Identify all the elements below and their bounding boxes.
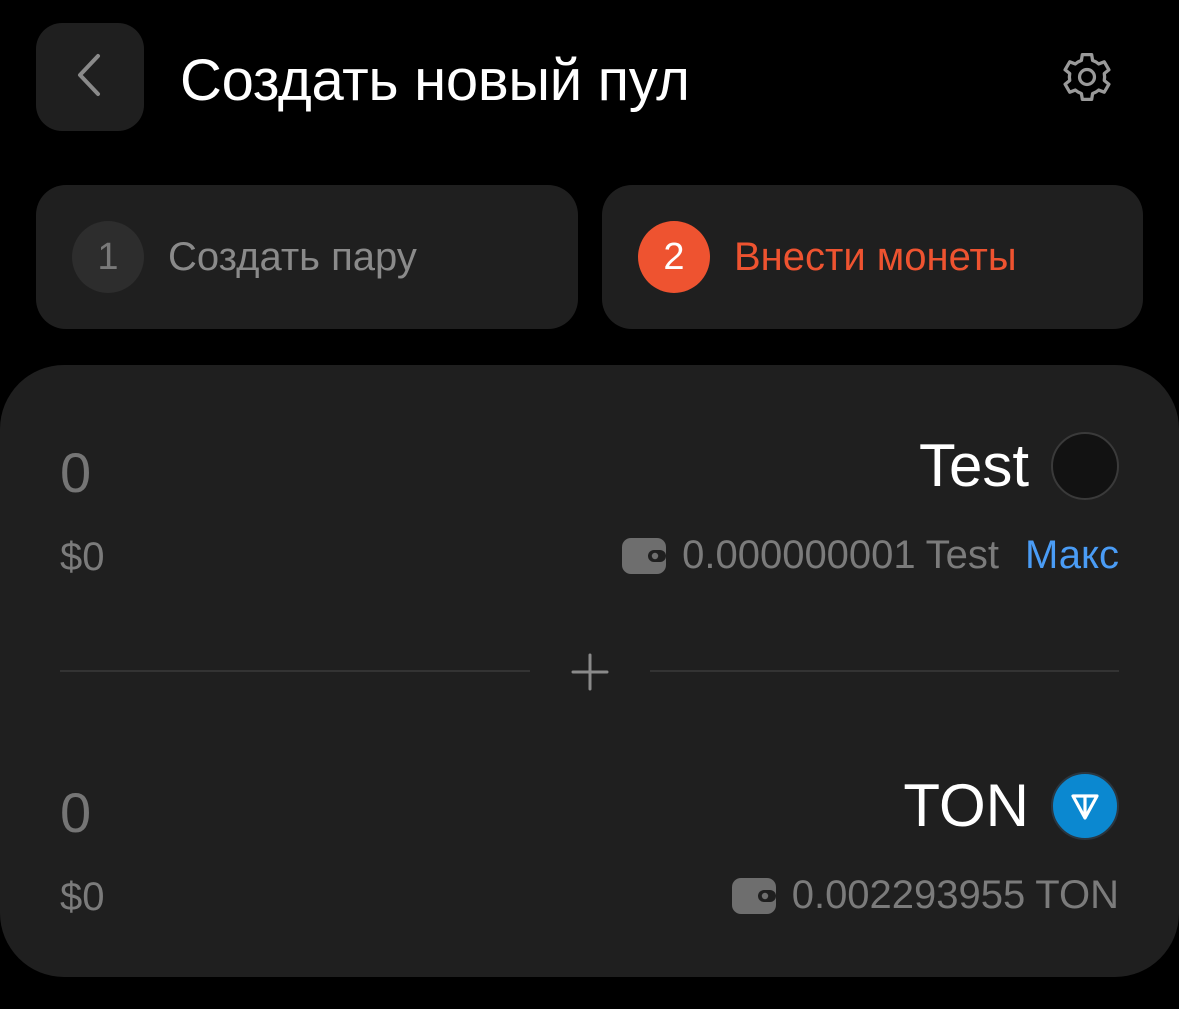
balance-amount: 0.002293955 [791, 873, 1026, 917]
ton-logo-icon [1051, 771, 1119, 840]
step-number: 2 [638, 221, 710, 293]
divider [650, 670, 1119, 672]
back-button[interactable] [36, 23, 144, 131]
page-title: Создать новый пул [180, 48, 690, 113]
token-placeholder-icon [1051, 431, 1119, 500]
step-label: Внести монеты [734, 234, 1017, 279]
wallet-icon [731, 877, 776, 914]
header: Создать новый пул [0, 0, 1179, 160]
balance-symbol: Test [925, 533, 1000, 577]
settings-button[interactable] [1054, 46, 1120, 112]
gear-icon [1059, 49, 1115, 110]
usd-value: $0 [60, 535, 105, 579]
token-selector-ton[interactable]: TON [903, 771, 1119, 840]
step-create-pair[interactable]: 1 Создать пару [36, 185, 578, 329]
step-number: 1 [72, 221, 144, 293]
usd-value: $0 [60, 875, 105, 919]
chevron-left-icon [70, 50, 110, 105]
step-deposit-coins[interactable]: 2 Внести монеты [602, 185, 1143, 329]
deposit-card: $0 Test 0.000000001 Test Макс $ [0, 365, 1179, 977]
amount-input-ton[interactable] [60, 777, 560, 847]
token-row-ton: $0 TON 0.002293955 TON [60, 767, 1119, 937]
token-symbol: Test [918, 432, 1029, 499]
amount-input-test[interactable] [60, 437, 560, 507]
plus-icon [570, 652, 610, 692]
token-row-test: $0 Test 0.000000001 Test Макс [60, 427, 1119, 597]
token-symbol: TON [903, 772, 1029, 839]
token-selector-test[interactable]: Test [919, 431, 1119, 500]
step-label: Создать пару [168, 234, 417, 279]
wallet-icon [622, 537, 667, 574]
max-button[interactable]: Макс [1025, 533, 1119, 578]
balance: 0.002293955 TON [731, 873, 1119, 918]
balance-symbol: TON [1035, 873, 1119, 917]
divider [60, 670, 530, 672]
balance: 0.000000001 Test Макс [622, 533, 1119, 578]
balance-amount: 0.000000001 [682, 533, 916, 577]
